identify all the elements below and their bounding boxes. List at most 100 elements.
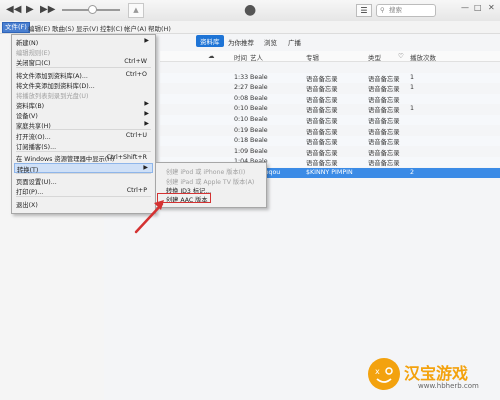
player-toolbar: ◀◀ ▶ ▶▶ ▲ ● ☰ ⚲ 搜索 — □ ✕ bbox=[0, 0, 500, 22]
menu-help[interactable]: 帮助(H) bbox=[148, 23, 171, 33]
menu-file[interactable]: 文件(F) bbox=[2, 22, 30, 33]
watermark-title: 汉宝游戏 bbox=[404, 364, 469, 383]
menu-account[interactable]: 帐户(A) bbox=[124, 23, 147, 33]
cell-artist: Beale bbox=[250, 84, 268, 92]
heart-icon[interactable]: ♡ bbox=[398, 52, 404, 60]
cell-album: 语音备忘录 bbox=[306, 149, 338, 157]
menu-item-subscribe-podcast[interactable]: 订阅播客(S)... bbox=[14, 141, 153, 151]
menu-item-label: 打开流(O)... bbox=[16, 134, 51, 141]
cell-album: 语音备忘录 bbox=[306, 160, 338, 168]
svg-text:x: x bbox=[375, 367, 380, 376]
search-input[interactable]: ⚲ 搜索 bbox=[376, 4, 436, 17]
cell-genre: 语音备忘录 bbox=[368, 139, 400, 147]
play-icon[interactable]: ▶ bbox=[26, 4, 34, 16]
menu-separator bbox=[16, 67, 151, 68]
watermark-logo-icon: x bbox=[368, 358, 400, 390]
menu-item-label: 将文件添加到资料库(A)... bbox=[16, 73, 88, 80]
close-icon[interactable]: ✕ bbox=[488, 3, 495, 12]
col-plays[interactable]: 播放次数 bbox=[410, 52, 436, 62]
minimize-icon[interactable]: — bbox=[461, 3, 469, 12]
search-icon: ⚲ bbox=[380, 6, 385, 14]
watermark-url: www.hbherb.com bbox=[418, 382, 479, 390]
cell-plays: 1 bbox=[410, 84, 415, 92]
table-row[interactable]: 0:10 Beale 语音备忘录 语音备忘录 bbox=[160, 115, 500, 125]
table-row[interactable]: 0:10 Beale 语音备忘录 语音备忘录 1 bbox=[160, 104, 500, 114]
fast-forward-icon[interactable]: ▶▶ bbox=[40, 4, 55, 16]
table-row[interactable] bbox=[160, 62, 500, 72]
table-row[interactable]: 0:18 Beale 语音备忘录 语音备忘录 bbox=[160, 136, 500, 147]
cell-time: 1:09 bbox=[234, 147, 249, 155]
table-row[interactable]: 1:09 Beale 语音备忘录 语音备忘录 bbox=[160, 147, 500, 157]
search-placeholder: 搜索 bbox=[389, 6, 402, 14]
cell-time: 0:10 bbox=[234, 105, 249, 113]
menu-item-open-stream[interactable]: 打开流(O)... Ctrl+U bbox=[14, 131, 153, 141]
col-album[interactable]: 专辑 bbox=[306, 52, 319, 62]
chevron-right-icon: ▶ bbox=[144, 120, 149, 127]
menu-item-library[interactable]: 资料库(B) ▶ bbox=[14, 100, 153, 110]
menu-item-create-ipod-version: 创建 iPod 或 iPhone 版本(I) bbox=[166, 169, 246, 176]
cell-album: 语音备忘录 bbox=[306, 118, 338, 125]
file-menu: 新建(N) ▶ 编辑规则(E) 关闭窗口(C) Ctrl+W 将文件添加到资料库(A)..… bbox=[11, 34, 156, 214]
col-time[interactable]: 时间 bbox=[234, 52, 247, 62]
chevron-right-icon: ▶ bbox=[144, 37, 149, 44]
menu-separator bbox=[16, 151, 151, 152]
menu-item-new[interactable]: 新建(N) ▶ bbox=[14, 37, 153, 47]
cell-album: $KINNY PIMPIN bbox=[306, 169, 353, 176]
cell-plays: 1 bbox=[410, 105, 415, 113]
rewind-icon[interactable]: ◀◀ bbox=[6, 4, 21, 16]
menu-item-page-setup[interactable]: 页面设置(U)... bbox=[14, 176, 153, 186]
menu-item-label: 将播放列表刻录到光盘(U) bbox=[16, 93, 89, 100]
cell-time: 0:08 bbox=[234, 94, 249, 102]
volume-knob[interactable] bbox=[88, 5, 97, 14]
menu-item-label: 将文件夹添加到资料库(D)... bbox=[16, 83, 95, 90]
table-row[interactable]: 2:27 Beale 语音备忘录 语音备忘录 1 bbox=[160, 83, 500, 93]
menu-item-convert[interactable]: 转换(T) ▶ bbox=[14, 163, 153, 174]
tab-library[interactable]: 资料库 bbox=[196, 35, 224, 47]
cell-genre: 语音备忘录 bbox=[368, 128, 400, 136]
menu-item-show-in-explorer[interactable]: 在 Windows 资源管理器中显示(H) Ctrl+Shift+R bbox=[14, 153, 153, 163]
cell-genre: 语音备忘录 bbox=[368, 149, 400, 157]
airplay-icon[interactable]: ▲ bbox=[128, 3, 144, 18]
chevron-right-icon: ▶ bbox=[144, 100, 149, 107]
table-row[interactable]: 0:08 Beale 语音备忘录 语音备忘录 bbox=[160, 93, 500, 104]
menu-edit[interactable]: 编辑(E) bbox=[28, 23, 50, 33]
table-row[interactable]: 1:33 Beale 语音备忘录 语音备忘录 1 bbox=[160, 72, 500, 83]
chevron-right-icon: ▶ bbox=[143, 164, 148, 171]
col-artist[interactable]: 艺人 bbox=[250, 52, 263, 62]
menu-item-close-window[interactable]: 关闭窗口(C) Ctrl+W bbox=[14, 57, 153, 67]
menu-song[interactable]: 歌曲(S) bbox=[52, 23, 74, 33]
menu-item-label: 编辑规则(E) bbox=[16, 50, 51, 57]
cell-album: 语音备忘录 bbox=[306, 96, 338, 104]
tab-for-you[interactable]: 为你推荐 bbox=[228, 37, 254, 47]
menu-item-add-folder[interactable]: 将文件夹添加到资料库(D)... bbox=[14, 80, 153, 90]
cell-artist: Beale bbox=[250, 137, 268, 145]
cell-album: 语音备忘录 bbox=[306, 75, 338, 83]
table-row[interactable]: 0:19 Beale 语音备忘录 语音备忘录 bbox=[160, 126, 500, 136]
cell-album: 语音备忘录 bbox=[306, 86, 338, 94]
menu-item-shortcut: Ctrl+O bbox=[125, 71, 147, 78]
tab-radio[interactable]: 广播 bbox=[288, 37, 301, 47]
cell-artist: Beale bbox=[250, 73, 268, 81]
watermark: x 汉宝游戏 www.hbherb.com bbox=[368, 358, 500, 400]
icloud-icon[interactable]: ☁ bbox=[208, 52, 215, 60]
cell-album: 语音备忘录 bbox=[306, 107, 338, 115]
cell-plays: 2 bbox=[410, 169, 415, 176]
menu-view[interactable]: 显示(V) bbox=[76, 23, 99, 33]
cell-genre: 语音备忘录 bbox=[368, 118, 400, 125]
cell-genre: 语音备忘录 bbox=[368, 160, 400, 168]
cell-genre: 语音备忘录 bbox=[368, 96, 400, 104]
tab-browse[interactable]: 浏览 bbox=[264, 37, 277, 47]
menu-item-shortcut: Ctrl+U bbox=[125, 132, 147, 139]
cell-artist: Beale bbox=[250, 116, 268, 123]
list-view-icon[interactable]: ☰ bbox=[356, 4, 372, 17]
cell-album: 语音备忘录 bbox=[306, 139, 338, 147]
menu-item-devices[interactable]: 设备(V) ▶ bbox=[14, 110, 153, 120]
menu-item-add-file[interactable]: 将文件添加到资料库(A)... Ctrl+O bbox=[14, 70, 153, 80]
maximize-icon[interactable]: □ bbox=[474, 3, 482, 12]
menu-item-label: 关闭窗口(C) bbox=[16, 60, 51, 67]
menu-item-label: 订阅播客(S)... bbox=[16, 144, 57, 151]
menu-item-label: 打印(P)... bbox=[16, 189, 44, 196]
col-genre[interactable]: 类型 bbox=[368, 52, 381, 62]
menu-item-home-sharing[interactable]: 家庭共享(H) ▶ bbox=[14, 120, 153, 130]
menu-controls[interactable]: 控制(C) bbox=[100, 23, 123, 33]
